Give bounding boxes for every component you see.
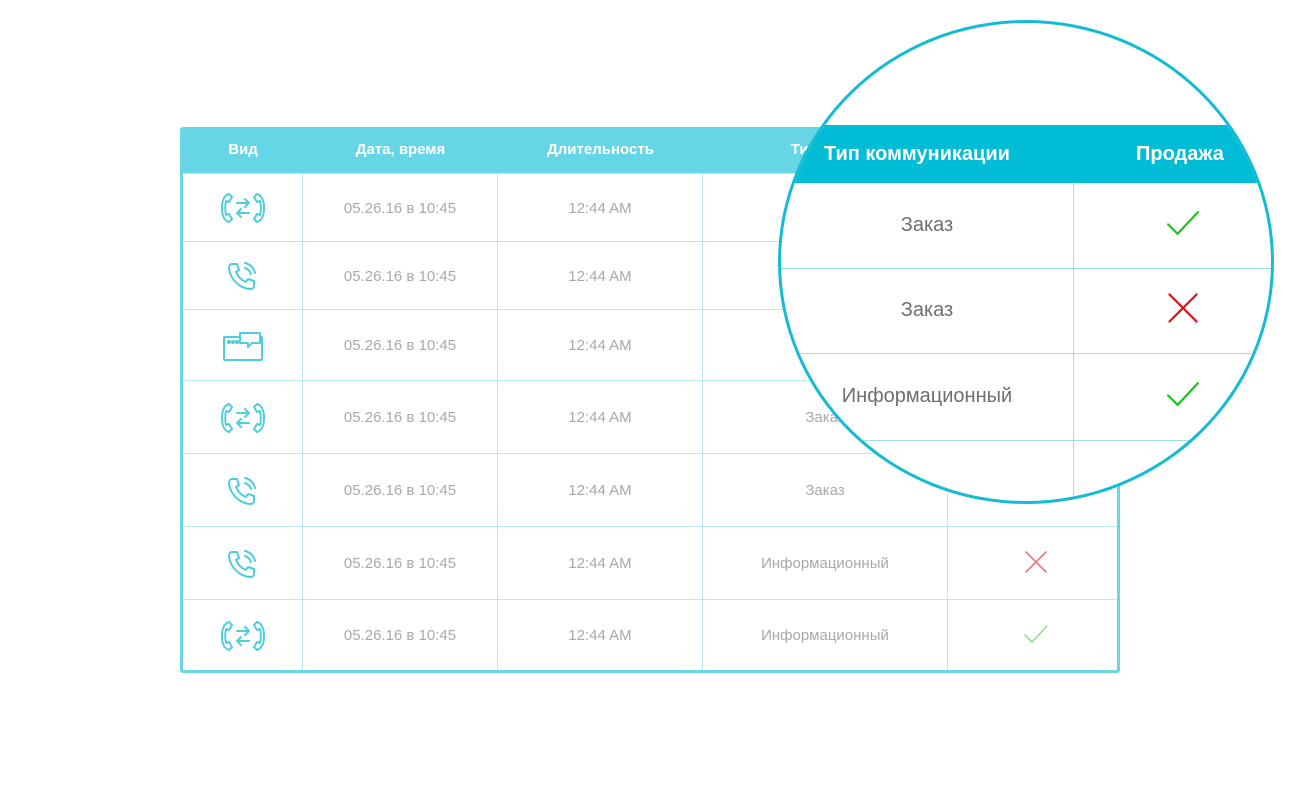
cell-datetime: 05.26.16 в 10:45 <box>303 527 498 600</box>
cross-icon <box>1164 289 1202 333</box>
cell-datetime: 05.26.16 в 10:45 <box>303 381 498 454</box>
zoom-cell-sale <box>1073 268 1271 353</box>
phone-transfer-icon <box>220 400 266 436</box>
cell-datetime: 05.26.16 в 10:45 <box>303 310 498 381</box>
cell-duration: 12:44 AM <box>498 174 703 242</box>
cell-kind <box>183 527 303 600</box>
header-kind[interactable]: Вид <box>183 127 303 173</box>
table-row[interactable]: 05.26.16 в 10:45 12:44 AM Информационный <box>183 599 1117 670</box>
table-row[interactable]: 05.26.16 в 10:45 12:44 AM Информационный <box>183 526 1117 600</box>
zoom-column-divider <box>1073 183 1074 501</box>
cell-kind <box>183 454 303 527</box>
header-datetime[interactable]: Дата, время <box>303 127 498 173</box>
phone-transfer-icon <box>220 618 266 654</box>
zoom-row: Заказ <box>781 183 1271 269</box>
zoom-header-comm-type: Тип коммуникации <box>824 143 1010 165</box>
cross-icon <box>1022 548 1050 580</box>
zoom-cell-comm-type: Заказ <box>900 214 954 236</box>
zoom-row: Информационный <box>781 353 1271 441</box>
cell-kind <box>183 381 303 454</box>
cell-kind <box>183 174 303 242</box>
cell-sale <box>948 600 1117 670</box>
cell-kind <box>183 242 303 310</box>
check-icon <box>1022 620 1050 652</box>
phone-transfer-icon <box>220 190 266 226</box>
cell-comm-type: Информационный <box>703 527 948 600</box>
cell-datetime: 05.26.16 в 10:45 <box>303 454 498 527</box>
phone-call-icon <box>226 475 260 507</box>
cell-kind <box>183 310 303 381</box>
phone-call-icon <box>226 260 260 292</box>
zoom-cell-sale <box>1073 183 1271 268</box>
cell-duration: 12:44 AM <box>498 242 703 310</box>
cell-sale <box>948 527 1117 600</box>
cell-kind <box>183 600 303 670</box>
cell-duration: 12:44 AM <box>498 600 703 670</box>
header-duration[interactable]: Длительность <box>498 127 703 173</box>
cell-duration: 12:44 AM <box>498 310 703 381</box>
cell-duration: 12:44 AM <box>498 454 703 527</box>
magnifier-zoom: Тип коммуникации Продажа Заказ Заказ Инфор… <box>778 20 1274 504</box>
zoom-cell-comm-type: Заказ <box>900 299 954 321</box>
zoom-cell-comm-type: Информационный <box>841 385 1013 407</box>
cell-duration: 12:44 AM <box>498 381 703 454</box>
cell-comm-type: Информационный <box>703 600 948 670</box>
zoom-header: Тип коммуникации Продажа <box>781 125 1271 183</box>
check-icon <box>1164 375 1202 419</box>
chat-message-icon <box>222 330 264 362</box>
zoom-cell-sale <box>1073 353 1271 440</box>
zoom-header-sale: Продажа <box>1136 143 1224 165</box>
zoom-row: Заказ <box>781 268 1271 354</box>
cell-duration: 12:44 AM <box>498 527 703 600</box>
phone-call-icon <box>226 548 260 580</box>
cell-datetime: 05.26.16 в 10:45 <box>303 600 498 670</box>
cell-datetime: 05.26.16 в 10:45 <box>303 174 498 242</box>
check-icon <box>1164 204 1202 248</box>
cell-datetime: 05.26.16 в 10:45 <box>303 242 498 310</box>
